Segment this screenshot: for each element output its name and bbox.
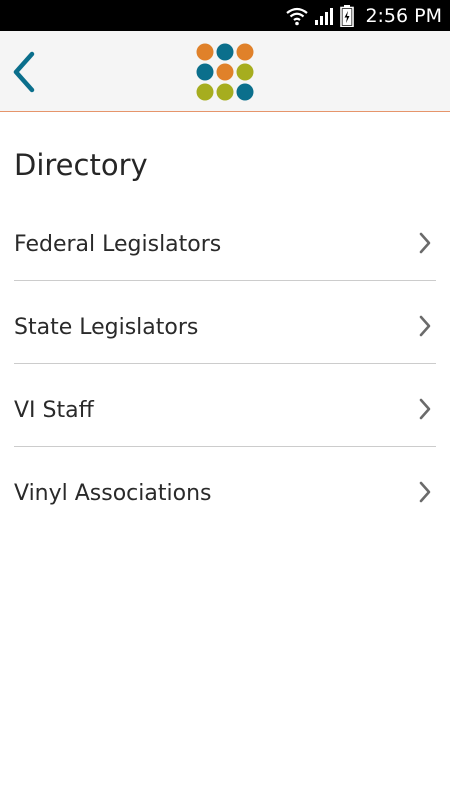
chevron-right-icon xyxy=(419,398,431,420)
chevron-left-icon xyxy=(13,51,35,93)
list-item-state-legislators[interactable]: State Legislators xyxy=(14,281,436,364)
status-bar: 2:56 PM xyxy=(0,0,450,31)
list-item-label: Vinyl Associations xyxy=(14,481,212,506)
signal-icon xyxy=(315,8,333,25)
directory-list: Federal Legislators State Legislators VI… xyxy=(14,198,436,529)
back-button[interactable] xyxy=(6,49,46,95)
app-bar xyxy=(0,31,450,112)
list-item-label: VI Staff xyxy=(14,398,94,423)
chevron-right-icon xyxy=(419,315,431,337)
list-item-federal-legislators[interactable]: Federal Legislators xyxy=(14,198,436,281)
dot-grid-logo xyxy=(196,43,254,101)
status-time: 2:56 PM xyxy=(365,5,442,27)
list-item-label: State Legislators xyxy=(14,315,199,340)
list-item-vi-staff[interactable]: VI Staff xyxy=(14,364,436,447)
list-item-label: Federal Legislators xyxy=(14,232,222,257)
wifi-icon xyxy=(286,7,308,26)
chevron-right-icon xyxy=(419,481,431,503)
battery-charging-icon xyxy=(340,5,354,27)
status-icons xyxy=(286,4,354,28)
chevron-right-icon xyxy=(419,232,431,254)
page-title: Directory xyxy=(14,148,148,182)
list-item-vinyl-associations[interactable]: Vinyl Associations xyxy=(14,447,436,529)
